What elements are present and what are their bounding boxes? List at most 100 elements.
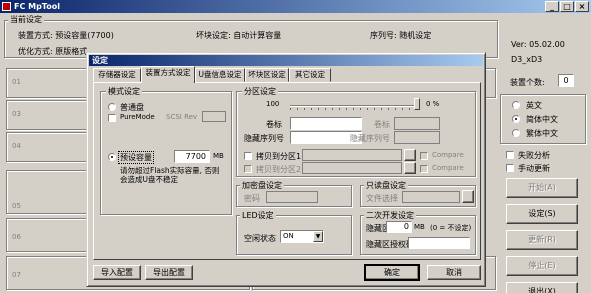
ok-button[interactable]: 确定 xyxy=(364,264,420,281)
minimize-button[interactable]: _ xyxy=(545,1,559,12)
partition-slider-thumb[interactable] xyxy=(414,98,420,110)
app-icon xyxy=(2,2,11,11)
scsi-rev-label: SCSI Rev xyxy=(166,113,198,121)
preset-capacity-radio[interactable] xyxy=(108,153,116,161)
password-label: 密码 xyxy=(244,194,260,203)
compare2-checkbox[interactable] xyxy=(420,165,428,173)
device-type-text: D3_xD3 xyxy=(511,55,543,64)
compare1-checkbox[interactable] xyxy=(420,152,428,160)
window-titlebar: FC MpTool _ □ × xyxy=(0,0,591,13)
copy-part2-label: 拷贝到分区2 xyxy=(256,165,302,174)
device-count-value: 0 xyxy=(558,74,574,87)
file-select-label: 文件选择 xyxy=(366,194,398,203)
close-button[interactable]: × xyxy=(575,1,589,12)
hidden-area-input[interactable]: 0 xyxy=(386,221,412,233)
install-mode-text: 装置方式: 预设容量(7700) xyxy=(18,31,114,40)
copy-part2-checkbox[interactable] xyxy=(244,165,252,173)
auth-code-label: 隐藏区授权码 xyxy=(366,240,414,249)
fail-analysis-checkbox[interactable] xyxy=(506,151,514,159)
partition-slider-max: 0 % xyxy=(426,100,440,108)
password-input[interactable] xyxy=(266,191,318,203)
language-traditional-radio[interactable] xyxy=(512,129,520,137)
copy-part1-path[interactable] xyxy=(302,149,402,161)
tab-bad-block[interactable]: 坏块区设定 xyxy=(245,68,289,82)
window-title: FC MpTool xyxy=(14,2,60,11)
start-button[interactable]: 开始(A) xyxy=(506,178,578,198)
slot-number: 06 xyxy=(12,233,21,241)
language-simplified-label: 简体中文 xyxy=(526,115,558,124)
capacity-warning: 请勿超过Flash实际容量, 否则会造成U盘不稳定 xyxy=(120,166,220,184)
idle-state-label: 空闲状态 xyxy=(244,234,276,243)
cancel-button[interactable]: 取消 xyxy=(427,265,481,280)
hidden-area-unit: MB xyxy=(414,223,425,231)
puremode-label: PureMode xyxy=(120,113,155,121)
language-english-label: 英文 xyxy=(526,101,542,110)
tab-other[interactable]: 其它设定 xyxy=(289,68,331,82)
readonly-group-title: 只读盘设定 xyxy=(364,180,408,191)
hide-serial-label-2: 隐藏序列号 xyxy=(350,134,390,143)
scsi-rev-input[interactable] xyxy=(202,111,226,122)
idle-state-value: ON xyxy=(283,232,294,240)
capacity-unit: MB xyxy=(213,152,224,160)
maximize-button[interactable]: □ xyxy=(560,1,574,12)
slot-number: 04 xyxy=(12,142,21,150)
tab-storage[interactable]: 存储器设定 xyxy=(93,68,141,82)
volume-label-2: 卷标 xyxy=(374,120,390,129)
chevron-down-icon[interactable]: ▼ xyxy=(313,231,323,242)
led-group-title: LED设定 xyxy=(240,210,276,221)
hide-serial-input-2[interactable] xyxy=(394,131,440,144)
export-config-button[interactable]: 导出配置 xyxy=(145,265,193,280)
compare2-label: Compare xyxy=(432,164,464,172)
slot-number: 01 xyxy=(12,78,21,86)
normal-disk-radio[interactable] xyxy=(108,103,116,111)
fail-analysis-label: 失败分析 xyxy=(518,151,550,160)
normal-disk-label: 普通盘 xyxy=(120,103,144,112)
tab-usb-info[interactable]: U盘信息设定 xyxy=(195,68,245,82)
file-select-browse-button[interactable] xyxy=(462,190,474,203)
partition-group-title: 分区设定 xyxy=(242,86,278,97)
language-english-radio[interactable] xyxy=(512,101,520,109)
manual-update-checkbox[interactable] xyxy=(506,164,514,172)
slot-number: 05 xyxy=(12,202,21,210)
window-controls: _ □ × xyxy=(545,1,589,12)
language-simplified-radio[interactable] xyxy=(512,115,520,123)
manual-update-label: 手动更新 xyxy=(518,164,550,173)
mode-group-title: 模式设定 xyxy=(106,86,142,97)
settings-button[interactable]: 设定(S) xyxy=(506,204,578,224)
copy-part1-browse-button[interactable] xyxy=(404,149,416,161)
encrypt-group-title: 加密盘设定 xyxy=(240,180,284,191)
slot-number: 07 xyxy=(12,271,21,279)
exit-button[interactable]: 退出(X) xyxy=(506,282,578,293)
secondary-dev-group-title: 二次开发设定 xyxy=(364,210,416,221)
tab-install-mode[interactable]: 装置方式设定 xyxy=(141,66,195,83)
capacity-input[interactable]: 7700 xyxy=(174,150,210,163)
compare1-label: Compare xyxy=(432,151,464,159)
serial-text: 序列号: 随机设定 xyxy=(370,31,432,40)
import-config-button[interactable]: 导入配置 xyxy=(93,265,141,280)
copy-part2-path[interactable] xyxy=(302,162,402,174)
update-button[interactable]: 更新(R) xyxy=(506,230,578,250)
preset-capacity-label: 预设容量 xyxy=(118,151,154,164)
copy-part1-checkbox[interactable] xyxy=(244,152,252,160)
copy-part1-label: 拷贝到分区1 xyxy=(256,152,302,161)
current-settings-title: 当前设定 xyxy=(8,14,44,25)
bad-block-text: 坏块设定: 自动计算容量 xyxy=(196,31,282,40)
idle-state-select[interactable]: ON ▼ xyxy=(280,230,324,243)
slot-number: 03 xyxy=(12,110,21,118)
volume-label-1: 卷标 xyxy=(266,120,282,129)
stop-button[interactable]: 停止(E) xyxy=(506,256,578,276)
puremode-checkbox[interactable] xyxy=(108,114,116,122)
file-select-input[interactable] xyxy=(402,191,460,203)
partition-slider-track xyxy=(290,105,418,107)
volume-label-input-1[interactable] xyxy=(290,117,362,130)
hidden-area-note: (0 = 不设定) xyxy=(430,224,472,232)
language-traditional-label: 繁体中文 xyxy=(526,129,558,138)
tab-panel: 模式设定 普通盘 PureMode SCSI Rev 预设容量 7700 MB … xyxy=(93,82,481,260)
auth-code-input[interactable] xyxy=(408,237,470,249)
hide-serial-label-1: 隐藏序列号 xyxy=(244,134,284,143)
partition-slider-min: 100 xyxy=(266,100,280,108)
copy-part2-browse-button[interactable] xyxy=(404,162,416,174)
dialog-title: 设定 xyxy=(89,55,483,66)
volume-label-input-2[interactable] xyxy=(394,117,440,130)
settings-dialog: 设定 存储器设定 装置方式设定 U盘信息设定 坏块区设定 其它设定 模式设定 普… xyxy=(86,52,486,287)
